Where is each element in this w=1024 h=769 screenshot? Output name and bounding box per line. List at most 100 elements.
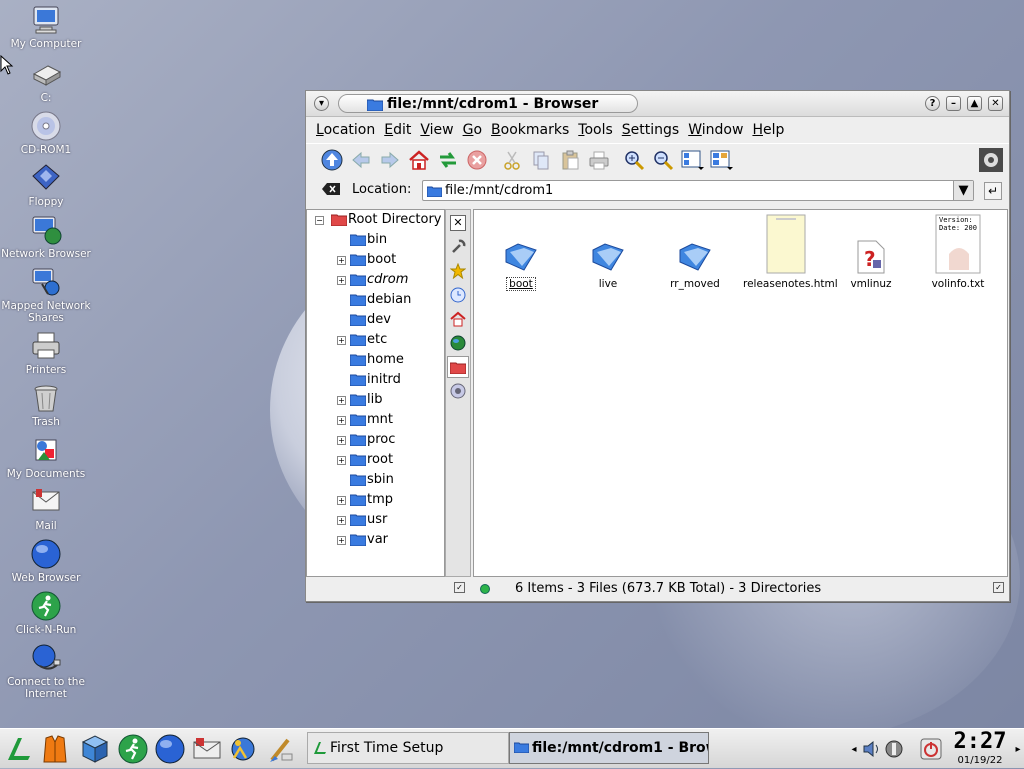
- tree-item-usr[interactable]: + usr: [307, 510, 444, 530]
- tab-history[interactable]: [447, 284, 469, 306]
- file-item-releasenotes-html[interactable]: releasenotes.html: [743, 212, 838, 290]
- view-options-button[interactable]: [707, 147, 735, 173]
- tree-item-bin[interactable]: bin: [307, 230, 444, 250]
- launcher-box[interactable]: [78, 732, 112, 766]
- minimize-button[interactable]: –: [946, 96, 961, 111]
- tray-network-status[interactable]: [882, 732, 906, 766]
- stop-button[interactable]: [463, 147, 491, 173]
- tab-services[interactable]: [447, 236, 469, 258]
- expand-icon[interactable]: +: [337, 496, 346, 505]
- tree-item-etc[interactable]: + etc: [307, 330, 444, 350]
- close-button[interactable]: ✕: [988, 96, 1003, 111]
- statusbar-resize-icon[interactable]: ✓: [993, 582, 1004, 593]
- tray-scroll-left[interactable]: ◂: [848, 732, 860, 766]
- print-button[interactable]: [585, 147, 613, 173]
- menu-location[interactable]: Location: [316, 122, 375, 138]
- file-item-vmlinuz[interactable]: ? vmlinuz: [828, 212, 914, 290]
- tree-item-mnt[interactable]: + mnt: [307, 410, 444, 430]
- desktop-icon-web-browser[interactable]: Web Browser: [0, 538, 92, 584]
- start-menu-button[interactable]: [2, 732, 36, 766]
- power-button[interactable]: [918, 732, 944, 766]
- tree-item-initrd[interactable]: initrd: [307, 370, 444, 390]
- tab-services-2[interactable]: [447, 380, 469, 402]
- reload-button[interactable]: [434, 147, 462, 173]
- desktop-icon-cdrom1[interactable]: CD-ROM1: [0, 110, 92, 156]
- close-sidebar-button[interactable]: ✕: [447, 212, 469, 234]
- tree-item-debian[interactable]: debian: [307, 290, 444, 310]
- desktop-icon-click-n-run[interactable]: Click-N-Run: [0, 590, 92, 636]
- tree-item-boot[interactable]: + boot: [307, 250, 444, 270]
- tab-bookmarks[interactable]: [447, 260, 469, 282]
- desktop-icon-floppy[interactable]: Floppy: [0, 162, 92, 208]
- up-button[interactable]: [318, 147, 346, 173]
- file-item-boot[interactable]: boot: [478, 212, 564, 291]
- expand-icon[interactable]: +: [337, 436, 346, 445]
- activity-gear-button[interactable]: [977, 147, 1005, 173]
- window-titlebar[interactable]: ▾ file:/mnt/cdrom1 - Browser ? – ▲ ✕: [306, 91, 1009, 117]
- tree-item-proc[interactable]: + proc: [307, 430, 444, 450]
- file-item-live[interactable]: live: [565, 212, 651, 290]
- menu-help[interactable]: Help: [752, 122, 784, 138]
- collapse-icon[interactable]: −: [315, 216, 324, 225]
- desktop-icon-network-browser[interactable]: Network Browser: [0, 214, 92, 260]
- expand-icon[interactable]: +: [337, 256, 346, 265]
- launcher-mail[interactable]: [190, 732, 224, 766]
- expand-icon[interactable]: +: [337, 276, 346, 285]
- tree-item-tmp[interactable]: + tmp: [307, 490, 444, 510]
- clock[interactable]: 2:27 01/19/22: [948, 729, 1012, 769]
- launcher-web-browser[interactable]: [153, 732, 187, 766]
- launcher-click-n-run[interactable]: [116, 732, 150, 766]
- tree-item-dev[interactable]: dev: [307, 310, 444, 330]
- window-menu-button[interactable]: ▾: [314, 96, 329, 111]
- file-item-volinfo-txt[interactable]: Version: Date: 200 volinfo.txt: [915, 212, 1001, 290]
- task-first-time-setup[interactable]: First Time Setup: [307, 732, 509, 764]
- tree-item-sbin[interactable]: sbin: [307, 470, 444, 490]
- expand-icon[interactable]: +: [337, 336, 346, 345]
- go-button[interactable]: ↵: [984, 182, 1002, 200]
- tree-item-root[interactable]: + root: [307, 450, 444, 470]
- expand-icon[interactable]: +: [337, 536, 346, 545]
- maximize-button[interactable]: ▲: [967, 96, 982, 111]
- help-button[interactable]: ?: [925, 96, 940, 111]
- tree-item-home[interactable]: home: [307, 350, 444, 370]
- menu-tools[interactable]: Tools: [578, 122, 613, 138]
- expand-icon[interactable]: +: [337, 516, 346, 525]
- expand-icon[interactable]: +: [337, 416, 346, 425]
- view-mode-button[interactable]: [678, 147, 706, 173]
- zoom-in-button[interactable]: [620, 147, 648, 173]
- launcher-lifejacket[interactable]: [38, 732, 72, 766]
- tab-home[interactable]: [447, 308, 469, 330]
- back-button[interactable]: [347, 147, 375, 173]
- menu-edit[interactable]: Edit: [384, 122, 411, 138]
- tray-scroll-right[interactable]: ▸: [1012, 732, 1024, 766]
- menu-view[interactable]: View: [420, 122, 453, 138]
- desktop-icon-mail[interactable]: Mail: [0, 486, 92, 532]
- location-dropdown-button[interactable]: ▼: [953, 181, 973, 200]
- forward-button[interactable]: [376, 147, 404, 173]
- home-button[interactable]: [405, 147, 433, 173]
- copy-button[interactable]: [527, 147, 555, 173]
- menu-settings[interactable]: Settings: [622, 122, 679, 138]
- expand-icon[interactable]: +: [337, 396, 346, 405]
- tree-item-var[interactable]: + var: [307, 530, 444, 550]
- desktop-icon-printers[interactable]: Printers: [0, 330, 92, 376]
- tree-item-lib[interactable]: + lib: [307, 390, 444, 410]
- launcher-network[interactable]: [226, 732, 260, 766]
- desktop-icon-mapped-network-shares[interactable]: Mapped Network Shares: [0, 266, 92, 324]
- desktop-icon-trash[interactable]: Trash: [0, 382, 92, 428]
- task-file-browser[interactable]: file:/mnt/cdrom1 - Brows: [509, 732, 709, 764]
- cut-button[interactable]: [498, 147, 526, 173]
- file-item-rr-moved[interactable]: rr_moved: [652, 212, 738, 290]
- launcher-first-time-setup[interactable]: [264, 732, 298, 766]
- expand-icon[interactable]: +: [337, 456, 346, 465]
- paste-button[interactable]: [556, 147, 584, 173]
- tab-root-folder[interactable]: [447, 356, 469, 378]
- desktop-icon-connect-internet[interactable]: Connect to the Internet: [0, 642, 92, 700]
- menu-go[interactable]: Go: [463, 122, 482, 138]
- tree-root[interactable]: − Root Directory: [307, 210, 444, 230]
- tab-network[interactable]: [447, 332, 469, 354]
- menu-bookmarks[interactable]: Bookmarks: [491, 122, 569, 138]
- location-input[interactable]: file:/mnt/cdrom1 ▼: [422, 180, 974, 201]
- zoom-out-button[interactable]: [649, 147, 677, 173]
- desktop-icon-my-computer[interactable]: My Computer: [0, 4, 92, 50]
